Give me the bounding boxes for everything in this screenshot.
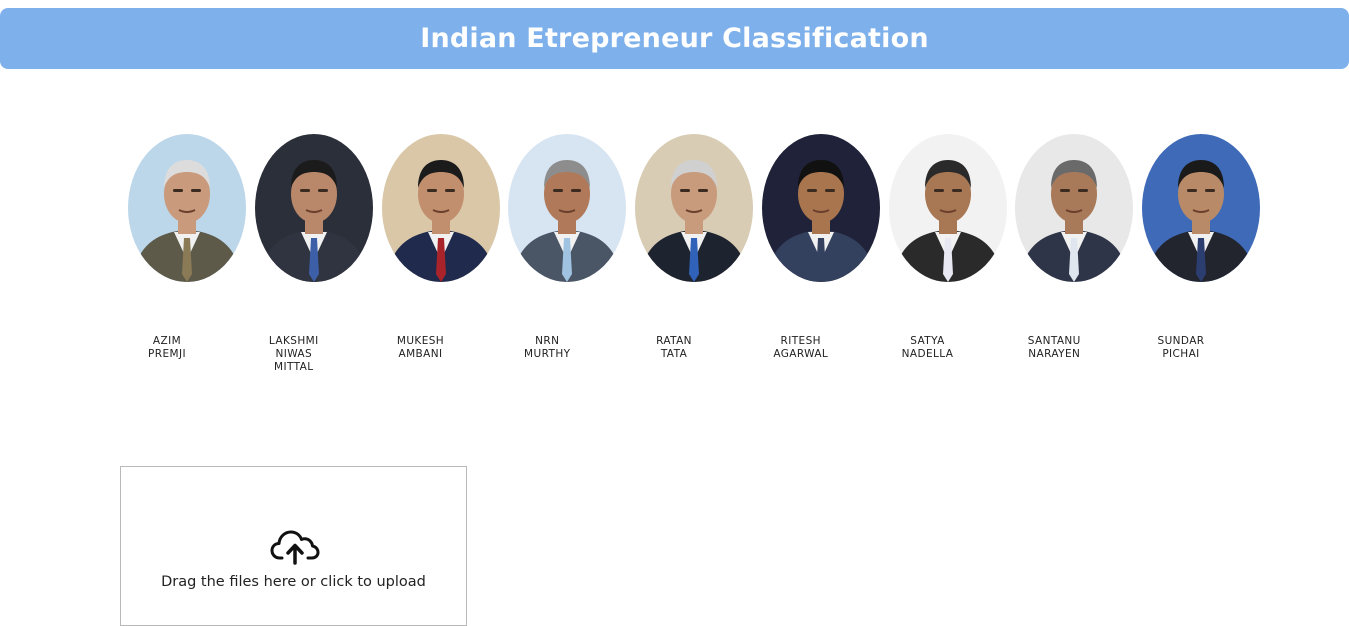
entrepreneur-photo <box>635 134 753 282</box>
entrepreneur-card: AZIM PREMJI <box>128 134 246 360</box>
entrepreneur-photo <box>254 134 373 282</box>
entrepreneur-name: RITESH AGARWAL <box>773 335 829 360</box>
entrepreneur-card: LAKSHMI NIWAS MITTAL <box>254 134 373 373</box>
entrepreneur-photo <box>888 134 1007 282</box>
entrepreneur-gallery: AZIM PREMJI LAKSHMI NIWAS MITTAL MUKESH AM… <box>128 134 1268 384</box>
entrepreneur-card: MUKESH AMBANI <box>381 134 500 360</box>
entrepreneur-card: RITESH AGARWAL <box>761 134 880 360</box>
file-upload-dropzone[interactable]: Drag the files here or click to upload <box>120 466 467 626</box>
page-header: Indian Etrepreneur Classification <box>0 8 1349 69</box>
entrepreneur-name: SATYA NADELLA <box>901 335 954 360</box>
entrepreneur-photo <box>1015 134 1134 282</box>
entrepreneur-name: SANTANU NARAYEN <box>1027 335 1081 360</box>
page-title: Indian Etrepreneur Classification <box>420 23 929 54</box>
entrepreneur-name: SUNDAR PICHAI <box>1157 335 1205 360</box>
entrepreneur-name: NRN MURTHY <box>524 335 571 360</box>
entrepreneur-photo <box>128 134 246 282</box>
entrepreneur-photo <box>508 134 627 282</box>
entrepreneur-photo <box>381 134 500 282</box>
entrepreneur-name: RATAN TATA <box>656 335 692 360</box>
upload-instruction: Drag the files here or click to upload <box>161 574 426 590</box>
entrepreneur-card: NRN MURTHY <box>508 134 627 360</box>
entrepreneur-name: LAKSHMI NIWAS MITTAL <box>268 335 319 373</box>
entrepreneur-photo <box>761 134 880 282</box>
entrepreneur-name: MUKESH AMBANI <box>396 335 445 360</box>
entrepreneur-card: SATYA NADELLA <box>888 134 1007 360</box>
entrepreneur-card: RATAN TATA <box>635 134 753 360</box>
entrepreneur-photo <box>1142 134 1260 282</box>
entrepreneur-name: AZIM PREMJI <box>148 335 186 360</box>
entrepreneur-card: SUNDAR PICHAI <box>1142 134 1260 360</box>
cloud-upload-icon <box>270 527 320 565</box>
entrepreneur-card: SANTANU NARAYEN <box>1015 134 1134 360</box>
